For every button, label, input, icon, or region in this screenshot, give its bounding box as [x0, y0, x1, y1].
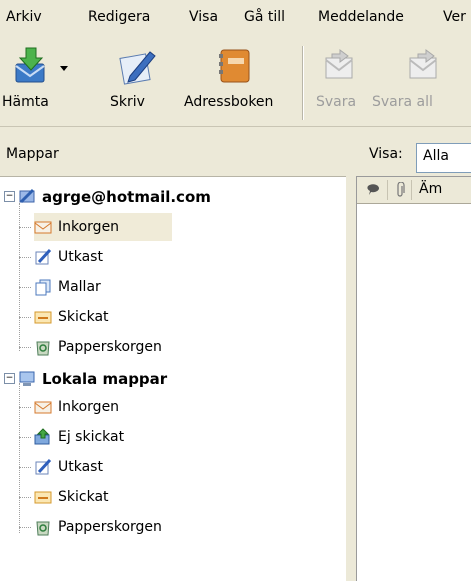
drafts-icon [35, 458, 52, 475]
menu-bar: Arkiv Redigera Visa Gå till Meddelande V… [0, 0, 471, 36]
sent-icon [34, 311, 52, 324]
compose-button[interactable]: Skriv [82, 36, 156, 126]
chevron-down-icon[interactable] [60, 66, 68, 72]
download-mail-icon [15, 47, 45, 83]
inbox-icon [34, 401, 52, 414]
local-folders-icon [19, 371, 35, 386]
folder-tree: − agrge@hotmail.com Inkorgen Utkast Mall… [0, 176, 346, 581]
subject-column-header[interactable]: Äm [419, 181, 442, 197]
tree-line [19, 467, 31, 468]
tree-line [19, 437, 31, 438]
folder-label: Skickat [58, 489, 109, 505]
reply-label: Svara [316, 94, 357, 110]
toolbar: Hämta Skriv Adressboken Svara Svara all [0, 36, 471, 127]
tree-line [19, 257, 31, 258]
message-list-header: Äm [357, 177, 471, 204]
tree-line [19, 497, 31, 498]
tree-folder-inkorgen[interactable]: Inkorgen [34, 213, 172, 241]
menu-visa[interactable]: Visa [189, 9, 218, 25]
tree-line [19, 317, 31, 318]
view-select-value: Alla [423, 148, 449, 164]
column-divider [387, 180, 388, 200]
outbox-icon [34, 428, 50, 445]
folder-label: Mallar [58, 279, 101, 295]
reply-all-label: Svara all [372, 94, 433, 110]
collapse-local-toggle[interactable]: − [4, 373, 15, 384]
menu-ga-till[interactable]: Gå till [244, 9, 285, 25]
tree-line [19, 203, 20, 351]
pane-splitter[interactable] [346, 137, 356, 580]
folder-label: Papperskorgen [58, 519, 162, 535]
folder-label: Inkorgen [58, 399, 120, 415]
tree-line [19, 383, 20, 533]
get-mail-button[interactable]: Hämta [0, 36, 76, 126]
reply-icon [325, 49, 353, 79]
compose-icon [119, 51, 156, 85]
sent-icon [34, 491, 52, 504]
local-label: Lokala mappar [42, 370, 168, 388]
reply-button[interactable]: Svara [310, 36, 370, 126]
folder-label: Skickat [58, 309, 109, 325]
trash-icon [36, 521, 50, 536]
tree-line [19, 227, 31, 228]
menu-redigera[interactable]: Redigera [88, 9, 150, 25]
menu-verktyg[interactable]: Ver [443, 9, 466, 25]
inbox-icon [34, 221, 52, 234]
attachment-icon[interactable] [395, 182, 405, 198]
folder-label: Papperskorgen [58, 339, 162, 355]
templates-icon [35, 279, 51, 296]
tree-line [19, 347, 31, 348]
reply-all-button[interactable]: Svara all [372, 36, 471, 126]
folder-label: Utkast [58, 249, 103, 265]
folder-label: Ej skickat [58, 429, 125, 445]
address-book-button[interactable]: Adressboken [182, 36, 290, 126]
menu-arkiv[interactable]: Arkiv [6, 9, 42, 25]
tree-line [19, 287, 31, 288]
message-list: Äm [356, 176, 471, 581]
address-book-icon [219, 49, 250, 83]
tree-line [19, 407, 31, 408]
compose-label: Skriv [110, 94, 145, 110]
trash-icon [36, 341, 50, 356]
get-mail-label: Hämta [2, 94, 49, 110]
thread-icon[interactable] [367, 183, 381, 197]
column-divider [411, 180, 412, 200]
account-label: agrge@hotmail.com [42, 188, 211, 206]
tree-line [19, 527, 31, 528]
view-select[interactable]: Alla [416, 143, 471, 173]
mail-account-icon [19, 188, 35, 204]
reply-all-icon [409, 49, 437, 79]
address-book-label: Adressboken [184, 94, 274, 110]
collapse-account-toggle[interactable]: − [4, 191, 15, 202]
toolbar-separator [302, 46, 304, 120]
folder-label: Inkorgen [58, 219, 120, 235]
menu-meddelande[interactable]: Meddelande [318, 9, 404, 25]
drafts-icon [35, 248, 52, 265]
folder-label: Utkast [58, 459, 103, 475]
